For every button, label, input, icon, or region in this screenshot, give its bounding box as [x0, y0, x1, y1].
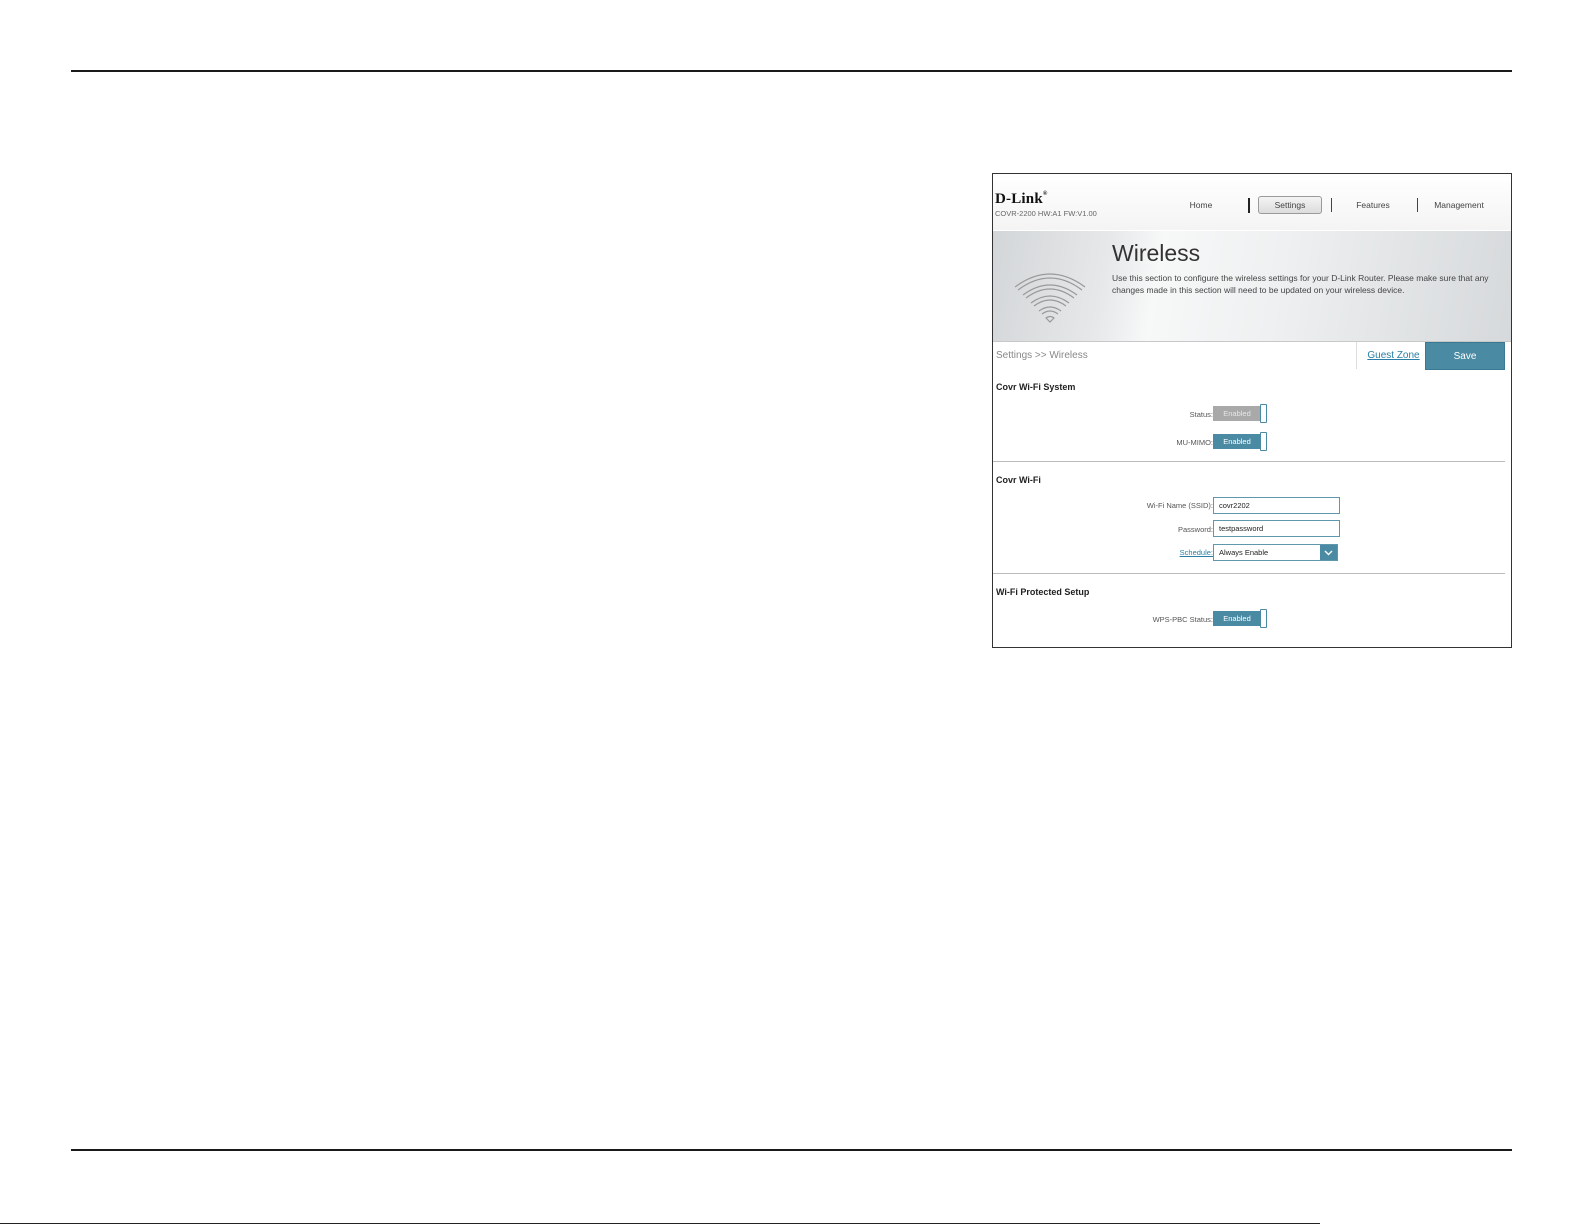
- section-title-wps: Wi-Fi Protected Setup: [996, 587, 1090, 597]
- dlink-logo: D-Link®: [995, 191, 1048, 207]
- nav-settings[interactable]: Settings: [1258, 196, 1322, 214]
- ssid-label: Wi-Fi Name (SSID):: [1146, 501, 1213, 510]
- schedule-link[interactable]: Schedule:: [1180, 548, 1213, 557]
- section-title-system: Covr Wi-Fi System: [996, 382, 1076, 392]
- section-divider: [993, 461, 1505, 462]
- mumimo-toggle[interactable]: Enabled: [1213, 432, 1269, 451]
- section-title-wifi: Covr Wi-Fi: [996, 475, 1041, 485]
- page-title: Wireless: [1112, 240, 1201, 266]
- nav-home[interactable]: Home: [1181, 196, 1221, 214]
- model-info: COVR-2200 HW:A1 FW:V1.00: [995, 209, 1097, 218]
- status-label: Status:: [1189, 410, 1213, 419]
- ssid-input[interactable]: covr2202: [1213, 497, 1340, 514]
- wps-pbc-toggle[interactable]: Enabled: [1213, 609, 1269, 628]
- wireless-banner: Wireless Use this section to configure t…: [993, 231, 1511, 342]
- nav-separator: [1417, 198, 1418, 212]
- toggle-knob: [1260, 432, 1267, 451]
- schedule-select[interactable]: Always Enable: [1213, 544, 1338, 561]
- schedule-select-value: Always Enable: [1219, 548, 1269, 557]
- password-label: Password:: [1177, 525, 1213, 534]
- nav-features[interactable]: Features: [1348, 196, 1398, 214]
- nav-separator: [1248, 198, 1250, 213]
- guest-zone-link[interactable]: Guest Zone: [1356, 342, 1430, 369]
- chevron-down-icon[interactable]: [1320, 545, 1337, 560]
- page-bottom-rule: [71, 1149, 1512, 1151]
- status-toggle-value: Enabled: [1213, 406, 1261, 421]
- mumimo-label: MU-MIMO:: [1176, 438, 1213, 447]
- page-top-rule: [71, 70, 1512, 72]
- save-button[interactable]: Save: [1425, 342, 1505, 370]
- wps-pbc-label: WPS-PBC Status:: [1152, 615, 1213, 624]
- toggle-knob: [1260, 404, 1267, 423]
- nav-management[interactable]: Management: [1430, 196, 1488, 214]
- router-ui-screenshot: D-Link® COVR-2200 HW:A1 FW:V1.00 Home Se…: [992, 173, 1512, 648]
- breadcrumb: Settings >> Wireless: [996, 350, 1088, 361]
- header-bar: D-Link® COVR-2200 HW:A1 FW:V1.00 Home Se…: [993, 174, 1511, 230]
- nav-separator: [1331, 198, 1332, 212]
- section-divider: [993, 573, 1505, 574]
- page-description: Use this section to configure the wirele…: [1112, 273, 1489, 295]
- wps-pbc-toggle-value: Enabled: [1213, 611, 1261, 626]
- footer-rule: [0, 1223, 1320, 1224]
- breadcrumb-bar: Settings >> Wireless Guest Zone Save: [993, 342, 1511, 370]
- password-input[interactable]: testpassword: [1213, 520, 1340, 537]
- toggle-knob: [1260, 609, 1267, 628]
- status-toggle[interactable]: Enabled: [1213, 404, 1269, 423]
- wifi-icon: [1014, 273, 1086, 323]
- mumimo-toggle-value: Enabled: [1213, 434, 1261, 449]
